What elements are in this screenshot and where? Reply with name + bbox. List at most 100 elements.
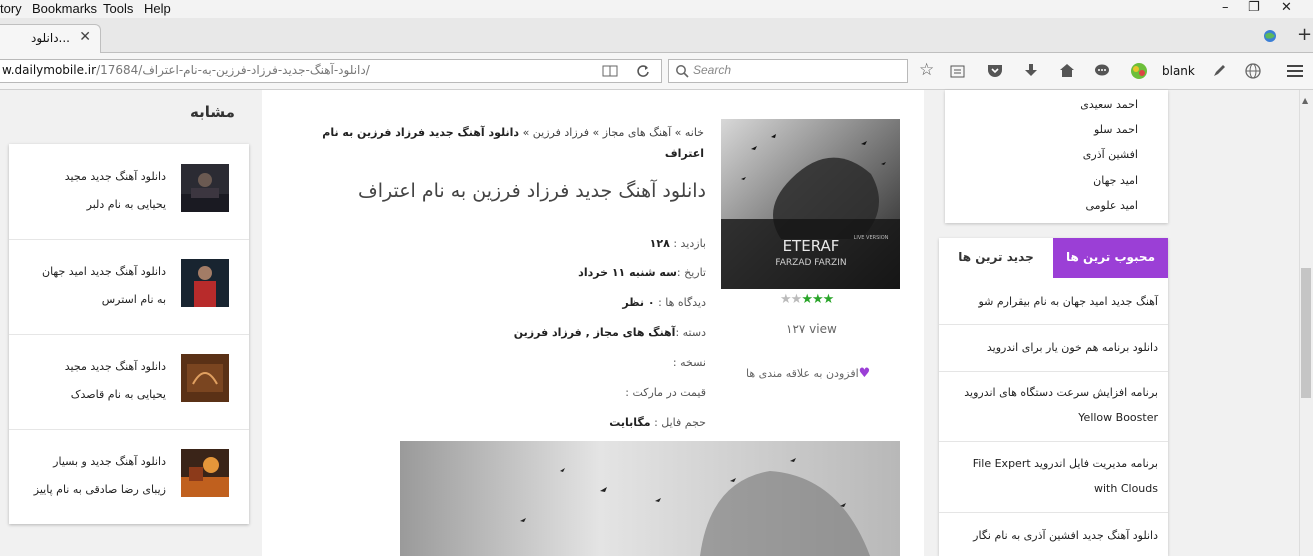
search-placeholder: Search bbox=[693, 63, 732, 77]
breadcrumb-home[interactable]: خانه bbox=[685, 126, 704, 139]
meta-label: دسته : bbox=[675, 326, 706, 339]
meta-size: حجم فایل : مگابایت bbox=[609, 416, 706, 429]
url-domain: w.dailymobile.ir bbox=[2, 63, 97, 77]
similar-list: دانلود آهنگ جدید مجید یحیایی به نام دلبر… bbox=[9, 144, 249, 524]
tab-popular[interactable]: محبوب ترین ها bbox=[1053, 238, 1168, 278]
close-window-icon[interactable]: ✕ bbox=[1281, 0, 1292, 15]
meta-value: ۱۲۸ bbox=[649, 237, 670, 250]
home-icon[interactable] bbox=[1059, 63, 1075, 78]
tab-title: ...دانلود bbox=[31, 31, 70, 45]
cover-artist-text: FARZAD FARZIN bbox=[775, 258, 846, 268]
similar-item[interactable]: دانلود آهنگ جدید مجید یحیایی به نام دلبر bbox=[9, 144, 249, 240]
meta-label: قیمت در مارکت : bbox=[625, 386, 706, 399]
download-icon[interactable] bbox=[1023, 63, 1039, 78]
new-tab-icon[interactable]: + bbox=[1297, 24, 1312, 45]
edit-pen-icon[interactable] bbox=[1212, 63, 1226, 78]
meta-label: تاریخ : bbox=[676, 266, 706, 279]
popular-item-title: آهنگ جدید امید جهان به نام بیقرارم شو bbox=[978, 295, 1158, 308]
pocket-icon[interactable] bbox=[987, 63, 1003, 78]
similar-thumbnail bbox=[181, 354, 229, 402]
star-icon[interactable]: ★ bbox=[780, 292, 792, 307]
bookmark-star-icon[interactable]: ☆ bbox=[919, 60, 934, 80]
popular-item-title: دانلود برنامه هم خون یار برای اندروید bbox=[986, 341, 1158, 354]
breadcrumb-artist[interactable]: فرزاد فرزین bbox=[533, 126, 589, 139]
meta-version: نسخه : bbox=[673, 356, 706, 369]
star-icon[interactable]: ★ bbox=[823, 292, 835, 307]
search-box[interactable]: Search bbox=[668, 59, 908, 83]
singer-link[interactable]: افشین آذری bbox=[1083, 148, 1138, 161]
search-icon bbox=[676, 65, 689, 78]
world-icon[interactable] bbox=[1244, 62, 1262, 80]
favorites-label: افزودن به علاقه مندی ها bbox=[746, 367, 859, 380]
cover-title-text: ETERAF bbox=[783, 237, 840, 255]
meta-value[interactable]: آهنگ های مجاز , فرزاد فرزین bbox=[514, 326, 676, 339]
meta-value: مگابایت bbox=[609, 416, 651, 429]
meta-visits: بازدید : ۱۲۸ bbox=[650, 237, 706, 250]
bookmarks-menu-icon[interactable] bbox=[950, 64, 966, 78]
star-icon[interactable]: ★ bbox=[791, 292, 803, 307]
minimize-icon[interactable]: – bbox=[1222, 0, 1229, 15]
browser-tab[interactable]: ...دانلود ✕ bbox=[0, 24, 101, 53]
page-title: دانلود آهنگ جدید فرزاد فرزین به نام اعتر… bbox=[358, 180, 706, 202]
meta-label: حجم فایل : bbox=[654, 416, 706, 429]
url-bar[interactable]: w.dailymobile.ir/17684/دانلود-آهنگ-جدید-… bbox=[0, 59, 662, 83]
close-tab-icon[interactable]: ✕ bbox=[79, 29, 91, 45]
singer-link[interactable]: احمد سلو bbox=[1094, 123, 1138, 136]
similar-item-subtitle: یحیایی به نام قاصدک bbox=[70, 388, 166, 401]
chat-icon[interactable] bbox=[1094, 63, 1110, 78]
star-icon[interactable]: ★ bbox=[801, 292, 813, 307]
singer-link[interactable]: امید علومی bbox=[1086, 199, 1139, 212]
post-image bbox=[400, 441, 900, 556]
singer-link[interactable]: احمد سعیدی bbox=[1080, 98, 1138, 111]
similar-thumbnail bbox=[181, 259, 229, 307]
meta-price: قیمت در مارکت : bbox=[625, 386, 706, 399]
star-icon[interactable]: ★ bbox=[812, 292, 824, 307]
meta-label: دیدگاه ها : bbox=[658, 296, 706, 309]
album-cover[interactable]: ETERAF FARZAD FARZIN LIVE VERSION bbox=[721, 119, 900, 289]
meta-comments: دیدگاه ها : ۰ نظر bbox=[622, 296, 706, 309]
reload-icon[interactable] bbox=[636, 64, 650, 78]
menu-bar: tory Bookmarks Tools Help – ❐ ✕ bbox=[0, 0, 1313, 18]
tab-newest[interactable]: جدید ترین ها bbox=[939, 238, 1053, 278]
singer-link[interactable]: امید جهان bbox=[1093, 174, 1138, 187]
similar-thumbnail bbox=[181, 164, 229, 212]
addon-icon[interactable] bbox=[1129, 61, 1149, 81]
similar-item-subtitle: یحیایی به نام دلبر bbox=[86, 198, 166, 211]
similar-item[interactable]: دانلود آهنگ جدید مجید یحیایی به نام قاصد… bbox=[9, 334, 249, 430]
breadcrumb-separator: » bbox=[674, 126, 682, 139]
menu-tools[interactable]: Tools bbox=[103, 1, 133, 16]
tab-strip: ...دانلود ✕ + bbox=[0, 18, 1313, 53]
globe-icon[interactable] bbox=[1262, 28, 1280, 44]
breadcrumb-category[interactable]: آهنگ های مجاز bbox=[603, 126, 671, 139]
meta-label: بازدید : bbox=[673, 237, 706, 250]
similar-item[interactable]: دانلود آهنگ جدید امید جهان به نام استرس bbox=[9, 239, 249, 335]
popular-item[interactable]: برنامه مدیریت فایل اندروید File Expert w… bbox=[939, 442, 1168, 513]
rating-stars[interactable]: ★★★★★ bbox=[780, 292, 835, 307]
popular-item-title: برنامه مدیریت فایل اندروید File Expert w… bbox=[972, 457, 1158, 495]
blank-label[interactable]: blank bbox=[1162, 64, 1195, 78]
breadcrumb-separator: » bbox=[522, 126, 530, 139]
popular-item[interactable]: آهنگ جدید امید جهان به نام بیقرارم شو bbox=[939, 278, 1168, 325]
meta-date: تاریخ :سه شنبه ۱۱ خرداد bbox=[578, 266, 706, 279]
url-path: /17684/دانلود-آهنگ-جدید-فرزاد-فرزین-به-ن… bbox=[96, 63, 370, 77]
reader-view-icon[interactable] bbox=[602, 64, 618, 78]
popular-item[interactable]: دانلود برنامه هم خون یار برای اندروید bbox=[939, 325, 1168, 372]
similar-item[interactable]: دانلود آهنگ جدید و بسیار زیبای رضا صادقی… bbox=[9, 429, 249, 524]
restore-icon[interactable]: ❐ bbox=[1248, 0, 1260, 15]
popular-item-title: برنامه افزایش سرعت دستگاه های اندروید Ye… bbox=[964, 386, 1158, 424]
breadcrumb-separator: » bbox=[592, 126, 600, 139]
similar-item-subtitle: زیبای رضا صادقی به نام پاییز bbox=[33, 483, 166, 496]
scrollbar-thumb[interactable] bbox=[1301, 268, 1311, 398]
similar-item-title: دانلود آهنگ جدید امید جهان bbox=[42, 265, 166, 278]
popular-item[interactable]: دانلود آهنگ جدید افشین آذری به نام نگار bbox=[939, 513, 1168, 556]
add-to-favorites[interactable]: ♥افزودن به علاقه مندی ها bbox=[746, 366, 870, 381]
popular-item[interactable]: برنامه افزایش سرعت دستگاه های اندروید Ye… bbox=[939, 372, 1168, 442]
scroll-up-icon[interactable]: ▲ bbox=[1302, 96, 1308, 105]
hamburger-menu-icon[interactable] bbox=[1287, 63, 1303, 78]
menu-help[interactable]: Help bbox=[144, 1, 171, 16]
similar-item-title: دانلود آهنگ جدید مجید bbox=[64, 360, 166, 373]
menu-bookmarks[interactable]: Bookmarks bbox=[32, 1, 97, 16]
menu-history[interactable]: tory bbox=[0, 1, 22, 16]
similar-item-title: دانلود آهنگ جدید مجید bbox=[64, 170, 166, 183]
similar-item-subtitle: به نام استرس bbox=[101, 293, 166, 306]
